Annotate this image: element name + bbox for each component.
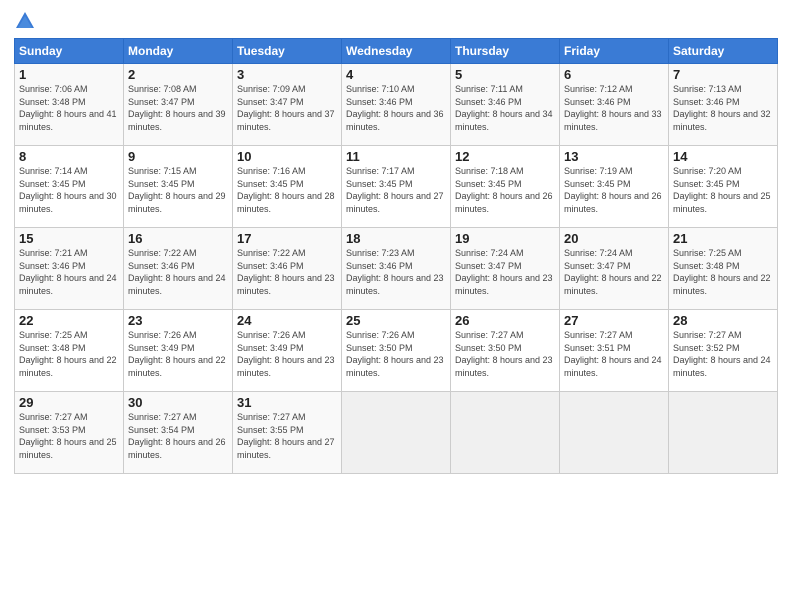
calendar-cell: 7Sunrise: 7:13 AMSunset: 3:46 PMDaylight… [669,64,778,146]
calendar-cell: 6Sunrise: 7:12 AMSunset: 3:46 PMDaylight… [560,64,669,146]
calendar-cell: 12Sunrise: 7:18 AMSunset: 3:45 PMDayligh… [451,146,560,228]
calendar-body: 1Sunrise: 7:06 AMSunset: 3:48 PMDaylight… [15,64,778,474]
calendar-cell: 23Sunrise: 7:26 AMSunset: 3:49 PMDayligh… [124,310,233,392]
calendar-cell: 22Sunrise: 7:25 AMSunset: 3:48 PMDayligh… [15,310,124,392]
logo [14,10,40,32]
col-friday: Friday [560,39,669,64]
calendar-cell: 20Sunrise: 7:24 AMSunset: 3:47 PMDayligh… [560,228,669,310]
calendar-cell: 4Sunrise: 7:10 AMSunset: 3:46 PMDaylight… [342,64,451,146]
logo-icon [14,10,36,32]
calendar-table: Sunday Monday Tuesday Wednesday Thursday… [14,38,778,474]
calendar-cell: 8Sunrise: 7:14 AMSunset: 3:45 PMDaylight… [15,146,124,228]
calendar-cell: 11Sunrise: 7:17 AMSunset: 3:45 PMDayligh… [342,146,451,228]
calendar-cell [669,392,778,474]
calendar-cell [342,392,451,474]
col-saturday: Saturday [669,39,778,64]
calendar-cell: 14Sunrise: 7:20 AMSunset: 3:45 PMDayligh… [669,146,778,228]
calendar-cell: 19Sunrise: 7:24 AMSunset: 3:47 PMDayligh… [451,228,560,310]
calendar-cell: 1Sunrise: 7:06 AMSunset: 3:48 PMDaylight… [15,64,124,146]
calendar-row: 8Sunrise: 7:14 AMSunset: 3:45 PMDaylight… [15,146,778,228]
calendar-cell: 15Sunrise: 7:21 AMSunset: 3:46 PMDayligh… [15,228,124,310]
calendar-cell: 29Sunrise: 7:27 AMSunset: 3:53 PMDayligh… [15,392,124,474]
calendar-cell: 18Sunrise: 7:23 AMSunset: 3:46 PMDayligh… [342,228,451,310]
calendar-cell: 17Sunrise: 7:22 AMSunset: 3:46 PMDayligh… [233,228,342,310]
col-wednesday: Wednesday [342,39,451,64]
calendar-row: 22Sunrise: 7:25 AMSunset: 3:48 PMDayligh… [15,310,778,392]
calendar-cell: 31Sunrise: 7:27 AMSunset: 3:55 PMDayligh… [233,392,342,474]
calendar-cell: 13Sunrise: 7:19 AMSunset: 3:45 PMDayligh… [560,146,669,228]
col-tuesday: Tuesday [233,39,342,64]
calendar-row: 15Sunrise: 7:21 AMSunset: 3:46 PMDayligh… [15,228,778,310]
calendar-cell [451,392,560,474]
calendar-cell: 27Sunrise: 7:27 AMSunset: 3:51 PMDayligh… [560,310,669,392]
col-sunday: Sunday [15,39,124,64]
calendar-row: 1Sunrise: 7:06 AMSunset: 3:48 PMDaylight… [15,64,778,146]
header-row: Sunday Monday Tuesday Wednesday Thursday… [15,39,778,64]
calendar-cell: 16Sunrise: 7:22 AMSunset: 3:46 PMDayligh… [124,228,233,310]
calendar-cell: 5Sunrise: 7:11 AMSunset: 3:46 PMDaylight… [451,64,560,146]
calendar-cell: 28Sunrise: 7:27 AMSunset: 3:52 PMDayligh… [669,310,778,392]
col-thursday: Thursday [451,39,560,64]
calendar-cell: 26Sunrise: 7:27 AMSunset: 3:50 PMDayligh… [451,310,560,392]
calendar-cell: 30Sunrise: 7:27 AMSunset: 3:54 PMDayligh… [124,392,233,474]
header [14,10,778,32]
calendar-cell: 2Sunrise: 7:08 AMSunset: 3:47 PMDaylight… [124,64,233,146]
calendar-cell: 10Sunrise: 7:16 AMSunset: 3:45 PMDayligh… [233,146,342,228]
calendar-cell [560,392,669,474]
page: Sunday Monday Tuesday Wednesday Thursday… [0,0,792,612]
calendar-cell: 21Sunrise: 7:25 AMSunset: 3:48 PMDayligh… [669,228,778,310]
calendar-cell: 3Sunrise: 7:09 AMSunset: 3:47 PMDaylight… [233,64,342,146]
col-monday: Monday [124,39,233,64]
calendar-cell: 24Sunrise: 7:26 AMSunset: 3:49 PMDayligh… [233,310,342,392]
calendar-cell: 9Sunrise: 7:15 AMSunset: 3:45 PMDaylight… [124,146,233,228]
calendar-cell: 25Sunrise: 7:26 AMSunset: 3:50 PMDayligh… [342,310,451,392]
calendar-row: 29Sunrise: 7:27 AMSunset: 3:53 PMDayligh… [15,392,778,474]
